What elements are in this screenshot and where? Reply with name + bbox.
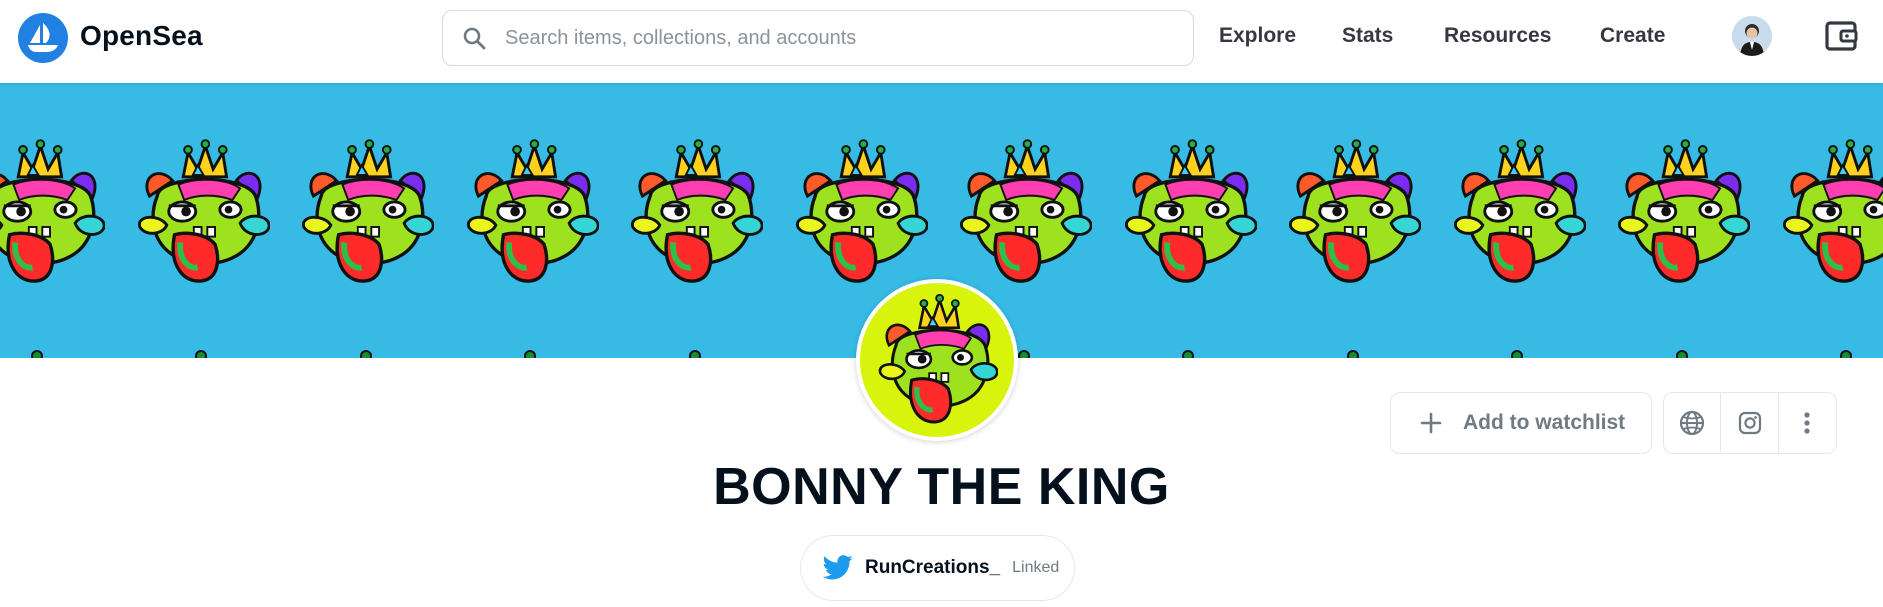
banner-mascot <box>1615 128 1750 298</box>
collection-title: BONNY THE KING <box>713 458 1170 516</box>
banner-dot <box>1018 350 1030 358</box>
twitter-linked-status: Linked <box>1012 559 1060 576</box>
banner-mascot <box>464 128 599 298</box>
collection-avatar <box>856 279 1018 441</box>
watchlist-label: Add to watchlist <box>1463 411 1626 434</box>
banner-dot <box>524 350 536 358</box>
banner-dot <box>1182 350 1194 358</box>
nav-stats[interactable]: Stats <box>1342 24 1393 48</box>
search-icon <box>459 23 489 53</box>
banner-mascot <box>0 128 105 298</box>
nav-explore[interactable]: Explore <box>1219 24 1296 48</box>
banner-mascot <box>1122 128 1257 298</box>
top-navbar: OpenSea Explore Stats Resources Create <box>0 0 1883 83</box>
add-to-watchlist-button[interactable]: Add to watchlist <box>1390 392 1652 454</box>
banner-dot <box>1347 350 1359 358</box>
website-button[interactable] <box>1664 393 1722 453</box>
banner-mascot <box>793 128 928 298</box>
user-avatar[interactable] <box>1732 16 1772 56</box>
twitter-handle: RunCreations_ <box>865 557 1001 578</box>
banner-dot <box>1511 350 1523 358</box>
more-options-button[interactable] <box>1779 393 1836 453</box>
banner-dot <box>689 350 701 358</box>
more-vertical-icon <box>1804 412 1810 434</box>
twitter-link[interactable]: RunCreations_ Linked <box>800 535 1075 601</box>
instagram-icon <box>1738 411 1761 435</box>
nav-create[interactable]: Create <box>1600 24 1665 48</box>
banner-dot <box>360 350 372 358</box>
search-input[interactable] <box>505 26 1165 50</box>
globe-icon <box>1680 410 1705 436</box>
banner-mascot <box>1286 128 1421 298</box>
wallet-icon[interactable] <box>1824 18 1860 54</box>
twitter-icon <box>821 551 855 585</box>
nav-resources[interactable]: Resources <box>1444 24 1551 48</box>
social-links-group <box>1663 392 1837 454</box>
brand-name[interactable]: OpenSea <box>80 20 203 52</box>
banner-dot <box>1840 350 1852 358</box>
banner-dot <box>195 350 207 358</box>
instagram-button[interactable] <box>1721 393 1779 453</box>
banner-mascot <box>628 128 763 298</box>
search-bar[interactable] <box>442 10 1194 66</box>
banner-dot <box>31 350 43 358</box>
opensea-logo-icon[interactable] <box>18 13 68 63</box>
plus-icon <box>1419 411 1443 435</box>
banner-mascot <box>1451 128 1586 298</box>
banner-dot <box>1676 350 1688 358</box>
banner-mascot <box>135 128 270 298</box>
banner-mascot <box>299 128 434 298</box>
banner-mascot <box>957 128 1092 298</box>
banner-mascot <box>1780 128 1883 298</box>
